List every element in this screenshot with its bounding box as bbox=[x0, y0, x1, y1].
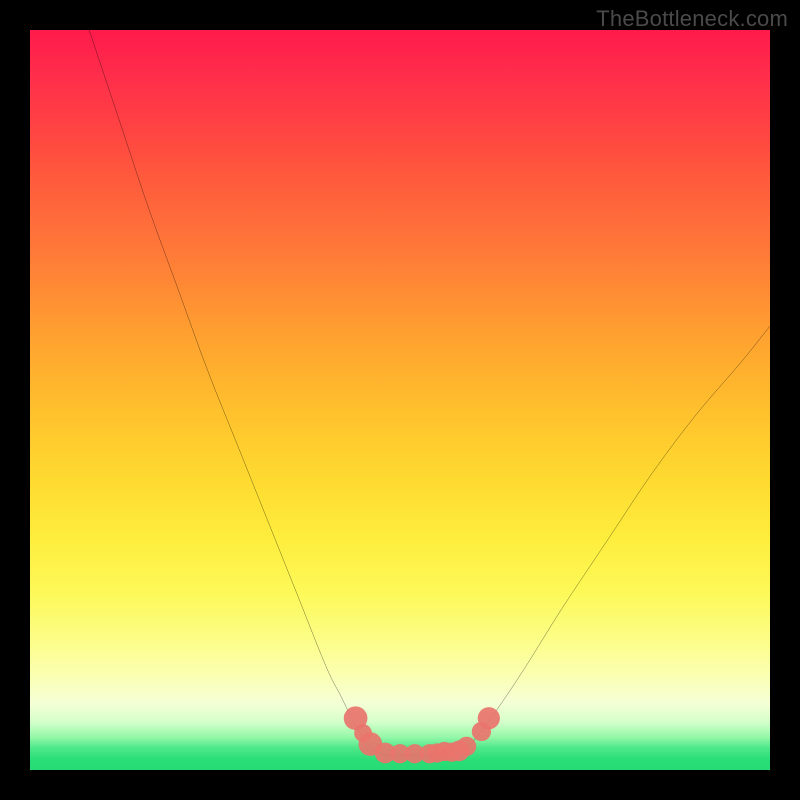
marker-dot bbox=[457, 737, 476, 756]
outer-frame: TheBottleneck.com bbox=[0, 0, 800, 800]
marker-cluster bbox=[344, 706, 500, 763]
plot-area bbox=[30, 30, 770, 770]
bottleneck-curve bbox=[89, 30, 770, 756]
marker-dot bbox=[478, 707, 500, 729]
curve-group bbox=[89, 30, 770, 756]
chart-svg bbox=[30, 30, 770, 770]
attribution-text: TheBottleneck.com bbox=[596, 6, 788, 32]
